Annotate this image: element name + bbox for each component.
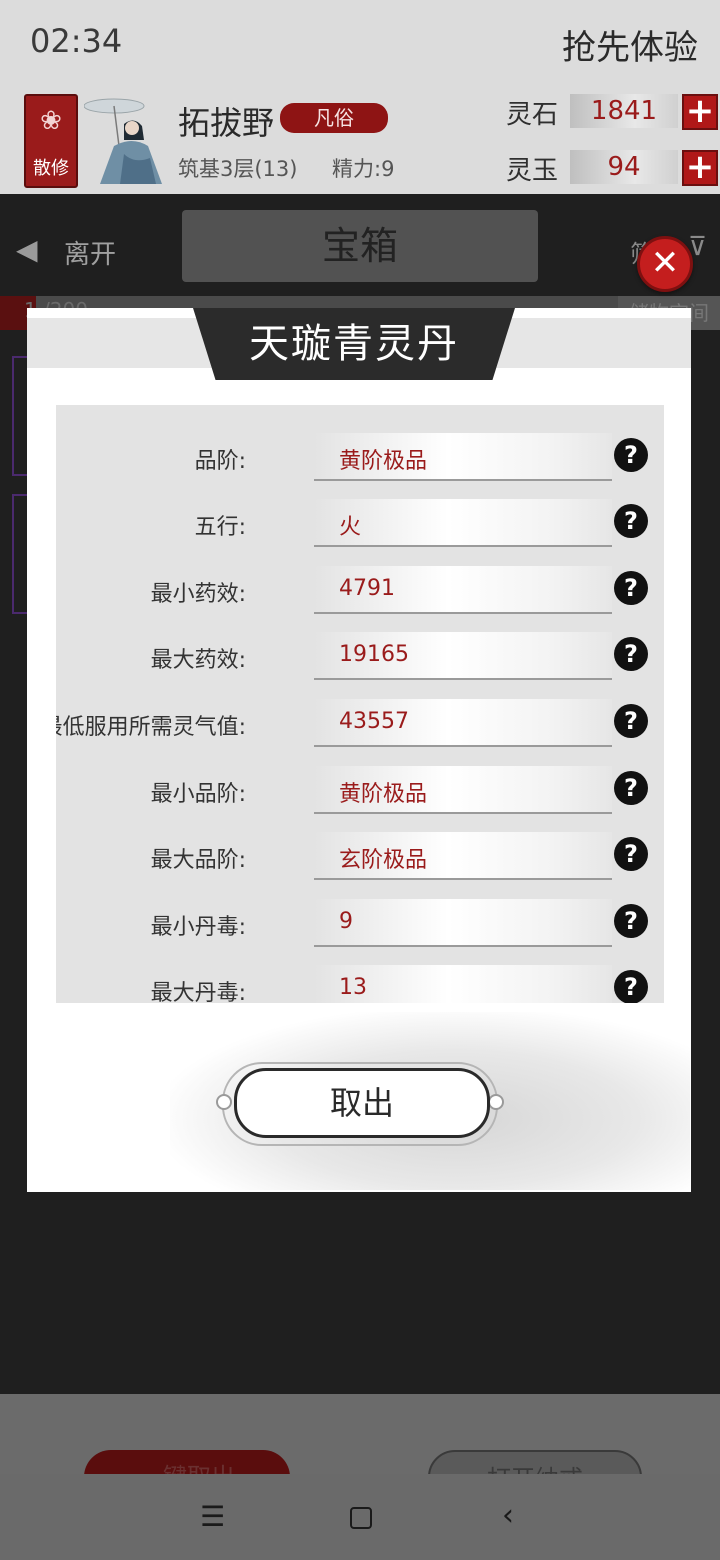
attribute-row: 最小品阶: 黄阶极品 ?	[56, 766, 664, 816]
question-icon[interactable]: ?	[614, 504, 648, 538]
spirit-jade-label: 灵玉	[506, 156, 559, 186]
energy-stat: 精力:9	[332, 157, 395, 181]
sect-label: 散修	[33, 158, 69, 179]
sect-badge[interactable]: ❀ 散修	[24, 94, 78, 188]
attribute-label: 最小药效:	[150, 582, 246, 607]
attribute-row: 最小药效: 4791 ?	[56, 566, 664, 616]
plus-icon: +	[685, 147, 715, 187]
storage-title: 宝箱	[321, 224, 398, 268]
attribute-value: 黄阶极品	[339, 782, 428, 807]
player-avatar[interactable]	[84, 94, 170, 184]
add-spirit-stone-button[interactable]: +	[682, 94, 718, 130]
item-title: 天璇青灵丹	[249, 321, 459, 367]
attribute-label: 最大品阶:	[150, 848, 246, 873]
question-icon[interactable]: ?	[614, 438, 648, 472]
attribute-label: 最大药效:	[150, 648, 246, 673]
question-icon[interactable]: ?	[614, 904, 648, 938]
attribute-row: 最大药效: 19165 ?	[56, 632, 664, 682]
question-icon[interactable]: ?	[614, 704, 648, 738]
attribute-label: 最大丹毒:	[150, 981, 246, 1003]
attribute-label: 最小丹毒:	[150, 915, 246, 940]
early-access-label[interactable]: 抢先体验	[562, 20, 698, 69]
attribute-value: 玄阶极品	[339, 848, 428, 873]
attribute-label: 五行:	[194, 515, 246, 540]
add-spirit-jade-button[interactable]: +	[682, 150, 718, 186]
attribute-value: 4791	[339, 576, 395, 601]
question-icon[interactable]: ?	[614, 837, 648, 871]
spirit-jade-value: 94	[570, 150, 678, 184]
spirit-stone-label: 灵石	[506, 100, 559, 130]
back-arrow-icon[interactable]: ◀	[16, 236, 50, 264]
question-icon[interactable]: ?	[614, 637, 648, 671]
close-button[interactable]: ✕	[637, 236, 693, 292]
leave-button[interactable]: 离开	[64, 234, 116, 271]
attribute-row: 最大丹毒: 13 ?	[56, 965, 664, 1003]
attribute-row: 五行: 火 ?	[56, 499, 664, 549]
attribute-list[interactable]: 品阶: 黄阶极品 ? 五行: 火 ? 最小药效: 4791 ? 最大药效: 19…	[56, 405, 664, 1003]
question-icon[interactable]: ?	[614, 970, 648, 1003]
menu-icon[interactable]: ☰	[200, 1500, 225, 1533]
cultivation-realm: 筑基3层(13)	[178, 157, 298, 181]
question-icon[interactable]: ?	[614, 771, 648, 805]
plus-icon: +	[685, 91, 715, 131]
attribute-field	[314, 899, 612, 947]
status-time: 02:34	[30, 22, 123, 60]
player-name: 拓拔野	[178, 104, 275, 142]
storage-title-plate: 宝箱	[182, 210, 538, 282]
attribute-value: 火	[339, 515, 362, 540]
question-icon[interactable]: ?	[614, 571, 648, 605]
attribute-row: 最大品阶: 玄阶极品 ?	[56, 832, 664, 882]
attribute-label: 最低服用所需灵气值:	[56, 715, 246, 740]
attribute-row: 最低服用所需灵气值: 43557 ?	[56, 699, 664, 749]
button-knob-right	[488, 1094, 504, 1110]
attribute-label: 品阶:	[194, 449, 246, 474]
attribute-value: 19165	[339, 642, 409, 667]
attribute-row: 最小丹毒: 9 ?	[56, 899, 664, 949]
item-title-banner: 天璇青灵丹	[193, 308, 515, 380]
home-icon[interactable]	[350, 1507, 372, 1529]
button-knob-left	[216, 1094, 232, 1110]
spirit-stone-value: 1841	[570, 94, 678, 128]
take-out-button[interactable]: 取出	[234, 1068, 490, 1138]
close-icon: ✕	[650, 243, 680, 283]
lotus-icon: ❀	[40, 106, 62, 136]
attribute-value: 13	[339, 975, 367, 1000]
attribute-value: 43557	[339, 709, 409, 734]
attribute-value: 黄阶极品	[339, 449, 428, 474]
attribute-label: 最小品阶:	[150, 782, 246, 807]
attribute-row: 品阶: 黄阶极品 ?	[56, 433, 664, 483]
attribute-value: 9	[339, 909, 353, 934]
rank-badge: 凡俗	[280, 103, 388, 133]
back-icon[interactable]: ‹	[502, 1498, 514, 1533]
